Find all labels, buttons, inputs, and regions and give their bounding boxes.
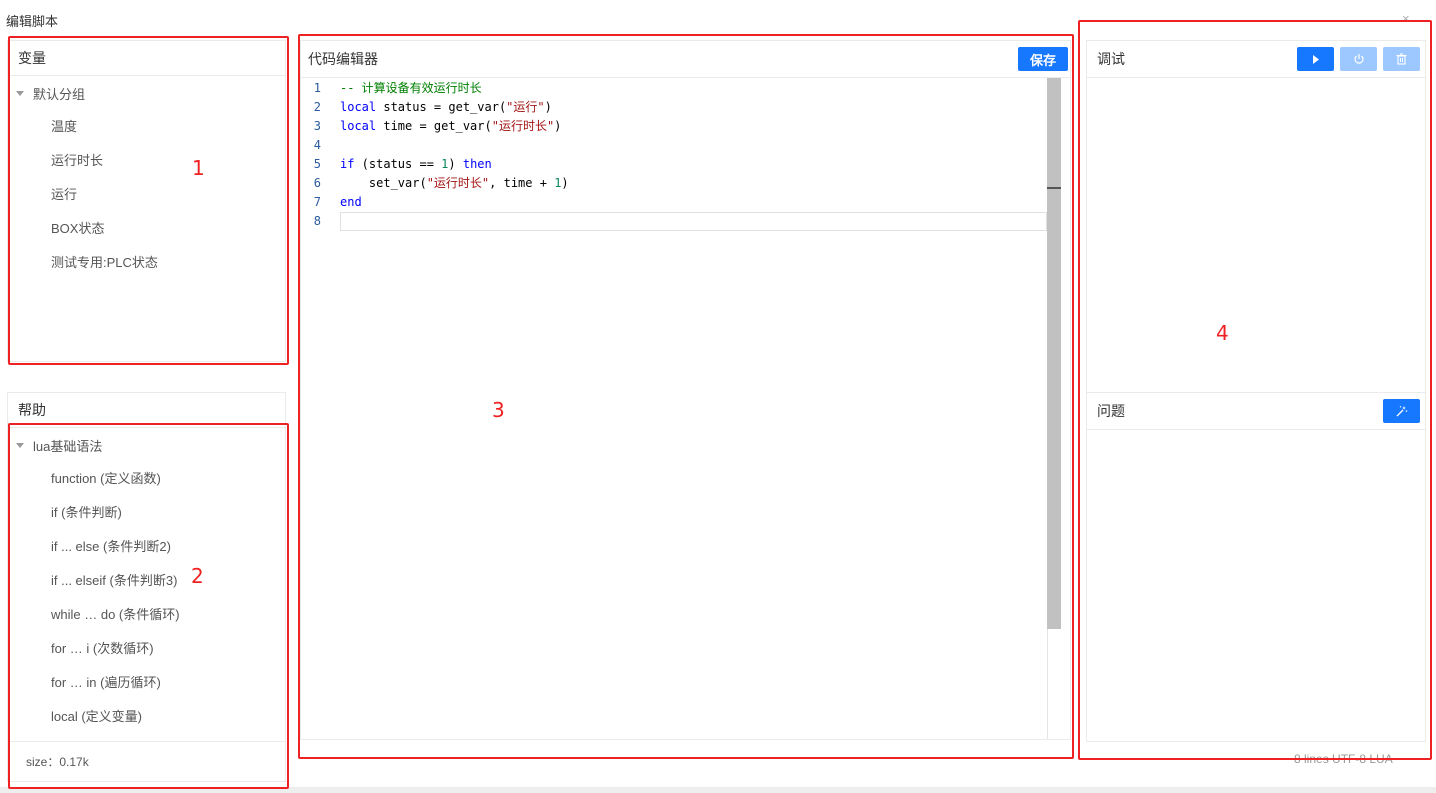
line-number: 7 xyxy=(313,195,321,209)
status-bar: 8 lines UTF-8 LUA xyxy=(1294,752,1393,766)
help-item[interactable]: local (定义变量) xyxy=(8,700,285,734)
variable-group[interactable]: 默认分组 xyxy=(8,76,285,110)
code-text: -- 计算设备有效运行时长 xyxy=(340,79,482,98)
code-editor-panel: 代码编辑器 保存 1 -- 计算设备有效运行时长 2 local status = g… xyxy=(300,40,1071,740)
code-token: end xyxy=(340,195,362,209)
variables-title: 变量 xyxy=(8,41,285,76)
line-number: 1 xyxy=(313,81,321,95)
help-item[interactable]: if (条件判断) xyxy=(8,496,285,530)
help-item[interactable]: if ... elseif (条件判断3) xyxy=(8,564,285,598)
caret-down-icon[interactable] xyxy=(16,442,24,448)
code-token: local xyxy=(340,119,377,133)
code-token: set_var( xyxy=(340,176,427,190)
play-icon xyxy=(1312,54,1319,64)
line-number: 2 xyxy=(313,100,321,114)
help-group-label: lua基础语法 xyxy=(33,438,103,454)
code-token: status = get_var( xyxy=(376,100,507,114)
code-token: then xyxy=(462,157,492,171)
annotation-label-4: 4 xyxy=(1216,321,1229,345)
window-title: 编辑脚本 xyxy=(6,14,59,29)
help-item[interactable]: for … i (次数循环) xyxy=(8,632,285,666)
help-item[interactable]: function (定义函数) xyxy=(8,462,285,496)
close-icon[interactable]: × xyxy=(1402,12,1410,25)
help-item[interactable]: if ... else (条件判断2) xyxy=(8,530,285,564)
code-token: "运行时长" xyxy=(426,176,490,190)
trash-icon xyxy=(1396,53,1407,65)
annotation-label-3: 3 xyxy=(492,398,505,422)
code-line[interactable]: 1 -- 计算设备有效运行时长 xyxy=(301,79,1047,98)
code-token: if xyxy=(340,157,355,171)
code-token: ) xyxy=(544,100,552,114)
code-token: (status == xyxy=(354,157,442,171)
clear-button[interactable] xyxy=(1383,47,1420,71)
editor-gutter-line xyxy=(1047,629,1048,739)
auto-fix-button[interactable] xyxy=(1383,399,1420,423)
stop-button[interactable] xyxy=(1340,47,1377,71)
help-group[interactable]: lua基础语法 xyxy=(8,428,285,462)
help-item[interactable]: while … do (条件循环) xyxy=(8,598,285,632)
code-token: ) xyxy=(561,176,569,190)
code-text: end xyxy=(340,193,362,212)
editor-scrollbar[interactable] xyxy=(1047,78,1061,629)
save-button[interactable]: 保存 xyxy=(1018,47,1068,71)
code-token: time = get_var( xyxy=(376,119,492,133)
run-button[interactable] xyxy=(1297,47,1334,71)
code-text: set_var("运行时长", time + 1) xyxy=(340,174,569,193)
code-line[interactable]: 4 xyxy=(301,136,1047,155)
variable-group-label: 默认分组 xyxy=(33,86,86,102)
variables-panel: 变量 默认分组 温度 运行时长 运行 BOX状态 测试专用:PLC状态 xyxy=(7,40,286,362)
code-text: local status = get_var("运行") xyxy=(340,98,552,117)
line-number: 5 xyxy=(313,157,321,171)
code-token: "运行时长" xyxy=(491,119,555,133)
code-token: ) xyxy=(448,157,463,171)
code-token: "运行" xyxy=(506,100,545,114)
code-token: local xyxy=(340,100,377,114)
code-line[interactable]: 7 end xyxy=(301,193,1047,212)
code-line[interactable]: 6 set_var("运行时长", time + 1) xyxy=(301,174,1047,193)
help-item[interactable]: for … in (遍历循环) xyxy=(8,666,285,700)
line-number: 6 xyxy=(313,176,321,190)
code-editor[interactable]: 1 -- 计算设备有效运行时长 2 local status = get_var("运… xyxy=(301,78,1047,739)
line-number: 4 xyxy=(313,138,321,152)
scrollbar-position-marker xyxy=(1047,187,1061,189)
code-text: if (status == 1) then xyxy=(340,155,492,174)
size-indicator: size：0.17k xyxy=(8,741,285,781)
line-number: 8 xyxy=(313,214,321,228)
code-line[interactable]: 2 local status = get_var("运行") xyxy=(301,98,1047,117)
help-title: 帮助 xyxy=(8,393,285,428)
variable-item[interactable]: BOX状态 xyxy=(8,212,285,246)
code-line[interactable]: 3 local time = get_var("运行时长") xyxy=(301,117,1047,136)
annotation-label-1: 1 xyxy=(192,156,205,180)
annotation-label-2: 2 xyxy=(191,564,204,588)
horizontal-scrollbar[interactable] xyxy=(0,787,1436,793)
code-token: , time + xyxy=(489,176,555,190)
variable-item[interactable]: 温度 xyxy=(8,110,285,144)
debug-title: 调试 xyxy=(1097,51,1125,67)
code-line[interactable]: 5 if (status == 1) then xyxy=(301,155,1047,174)
power-icon xyxy=(1353,54,1364,64)
current-line-highlight xyxy=(340,212,1047,231)
magic-wand-icon xyxy=(1396,406,1407,417)
editor-title: 代码编辑器 xyxy=(308,51,378,67)
code-text: local time = get_var("运行时长") xyxy=(340,117,561,136)
code-token: -- 计算设备有效运行时长 xyxy=(340,81,482,95)
help-panel: 帮助 lua基础语法 function (定义函数) if (条件判断) if … xyxy=(7,392,286,782)
problems-title: 问题 xyxy=(1097,403,1125,419)
caret-down-icon[interactable] xyxy=(16,90,24,96)
variable-item[interactable]: 运行 xyxy=(8,178,285,212)
code-token: ) xyxy=(554,119,562,133)
line-number: 3 xyxy=(313,119,321,133)
debug-panel: 调试 xyxy=(1086,40,1426,392)
variable-item[interactable]: 测试专用:PLC状态 xyxy=(8,246,285,280)
variable-item[interactable]: 运行时长 xyxy=(8,144,285,178)
problems-panel: 问题 xyxy=(1086,392,1426,742)
code-line[interactable]: 8 xyxy=(301,212,1047,231)
